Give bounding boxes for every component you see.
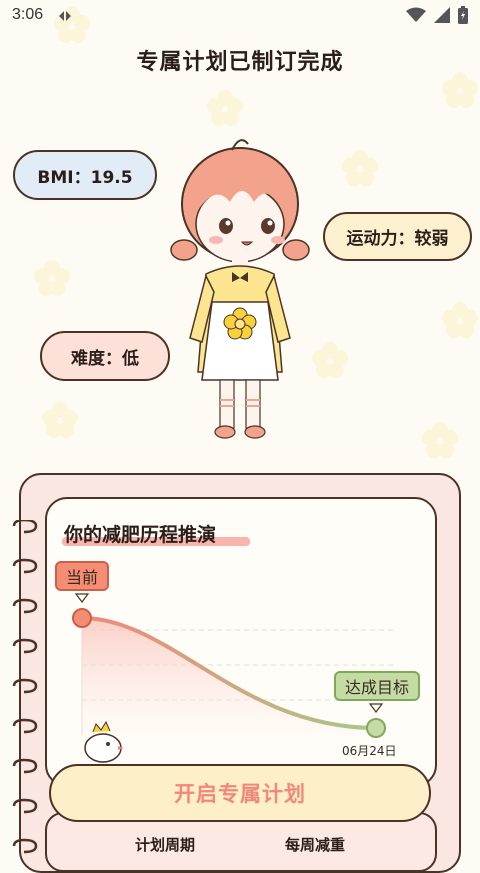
weekly-loss-label: 每周减重 <box>285 836 346 854</box>
goal-date-label: 06月24日 <box>342 744 397 758</box>
current-tag: 当前 <box>55 561 109 591</box>
goal-tag-pointer <box>368 703 384 713</box>
current-tag-pointer <box>74 593 90 603</box>
plan-period-label: 计划周期 <box>135 836 196 854</box>
chart-area-fill <box>82 618 376 735</box>
start-plan-button[interactable]: 开启专属计划 <box>49 764 431 822</box>
weight-loss-chart <box>72 593 396 763</box>
chart-point-current <box>72 608 92 628</box>
chart-point-goal <box>366 718 386 738</box>
goal-tag: 达成目标 <box>334 671 420 701</box>
